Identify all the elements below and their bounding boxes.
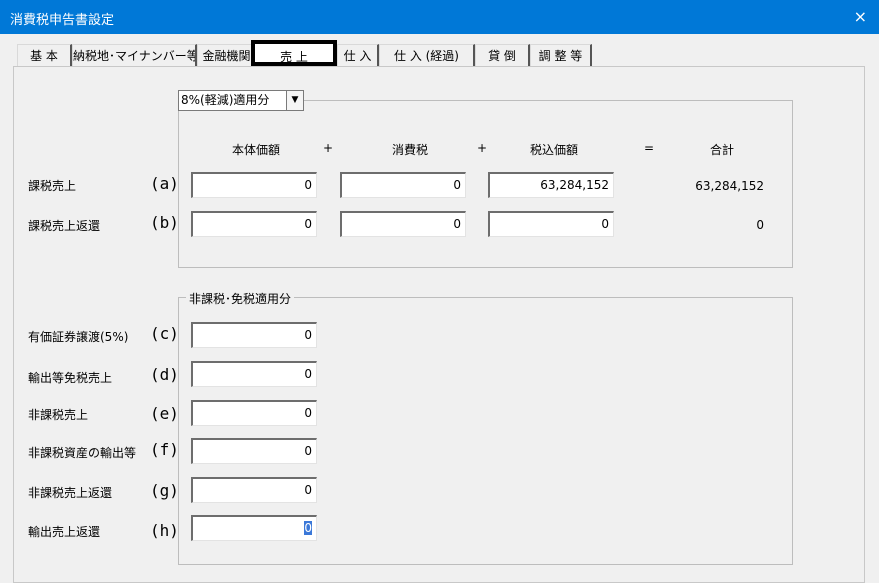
tab-purchases[interactable]: 仕 入 (337, 44, 379, 66)
row-label-non-taxable-sales-returns: 非課税売上返還 (28, 486, 113, 500)
non-taxable-asset-exports-input[interactable]: 0 (191, 438, 317, 464)
row-letter-b: (b) (150, 213, 179, 232)
col-header-tax: 消費税 (391, 143, 428, 157)
col-header-plus-1: + (322, 141, 334, 155)
tab-bank[interactable]: 金融機関 (197, 44, 257, 66)
col-header-base: 本体価額 (231, 143, 280, 157)
row-letter-d: (d) (150, 365, 179, 384)
tab-basic[interactable]: 基 本 (17, 44, 72, 66)
non-taxable-sales-input[interactable]: 0 (191, 400, 317, 426)
non-taxable-sales-returns-input[interactable]: 0 (191, 477, 317, 503)
taxable-sales-tax-input[interactable]: 0 (340, 172, 466, 198)
export-sales-returns-value: 0 (304, 521, 312, 535)
chevron-down-icon[interactable]: ▼ (286, 91, 303, 110)
sales-returns-total: 0 (756, 218, 764, 232)
col-header-plus-2: + (476, 141, 488, 155)
row-label-taxable-sales-returns: 課税売上返還 (28, 219, 101, 233)
export-sales-returns-input[interactable]: 0 (191, 515, 317, 541)
row-letter-h: (h) (150, 521, 179, 540)
rate-select[interactable]: 8%(軽減)適用分 ▼ (178, 90, 304, 111)
title-bar: 消費税申告書設定 × (0, 0, 879, 34)
taxable-sales-total: 63,284,152 (695, 179, 764, 193)
row-letter-e: (e) (150, 404, 179, 423)
sales-returns-inclusive-input[interactable]: 0 (488, 211, 614, 237)
col-header-inclusive: 税込価額 (529, 143, 578, 157)
row-label-securities-transfer: 有価証券譲渡(5%) (28, 330, 129, 344)
row-label-non-taxable-asset-exports: 非課税資産の輸出等 (28, 446, 137, 460)
tab-adjustments[interactable]: 調 整 等 (530, 44, 592, 66)
close-icon[interactable]: × (854, 7, 867, 26)
tab-sales[interactable]: 売 上 (251, 40, 337, 66)
row-letter-g: (g) (150, 481, 179, 500)
row-letter-a: (a) (150, 174, 179, 193)
tab-purchases-transition[interactable]: 仕 入 (経過) (379, 44, 475, 66)
col-header-equals: = (643, 141, 655, 155)
securities-transfer-input[interactable]: 0 (191, 322, 317, 348)
row-label-non-taxable-sales: 非課税売上 (28, 408, 89, 422)
row-letter-c: (c) (150, 324, 179, 343)
sales-returns-base-input[interactable]: 0 (191, 211, 317, 237)
window-title: 消費税申告書設定 (10, 13, 115, 28)
rate-select-value: 8%(軽減)適用分 (181, 93, 270, 107)
sales-returns-tax-input[interactable]: 0 (340, 211, 466, 237)
row-letter-f: (f) (150, 440, 179, 459)
row-label-taxable-sales: 課税売上 (28, 179, 77, 193)
col-header-total: 合計 (709, 143, 734, 157)
tab-bad-debts[interactable]: 貸 倒 (475, 44, 530, 66)
non-taxable-group-legend: 非課税･免税適用分 (186, 290, 295, 307)
tab-address-mynumber[interactable]: 納税地･マイナンバー等 (72, 44, 197, 66)
export-exempt-sales-input[interactable]: 0 (191, 361, 317, 387)
taxable-sales-inclusive-input[interactable]: 63,284,152 (488, 172, 614, 198)
taxable-sales-base-input[interactable]: 0 (191, 172, 317, 198)
row-label-export-sales-returns: 輸出売上返還 (28, 525, 101, 539)
row-label-export-exempt-sales: 輸出等免税売上 (28, 371, 113, 385)
